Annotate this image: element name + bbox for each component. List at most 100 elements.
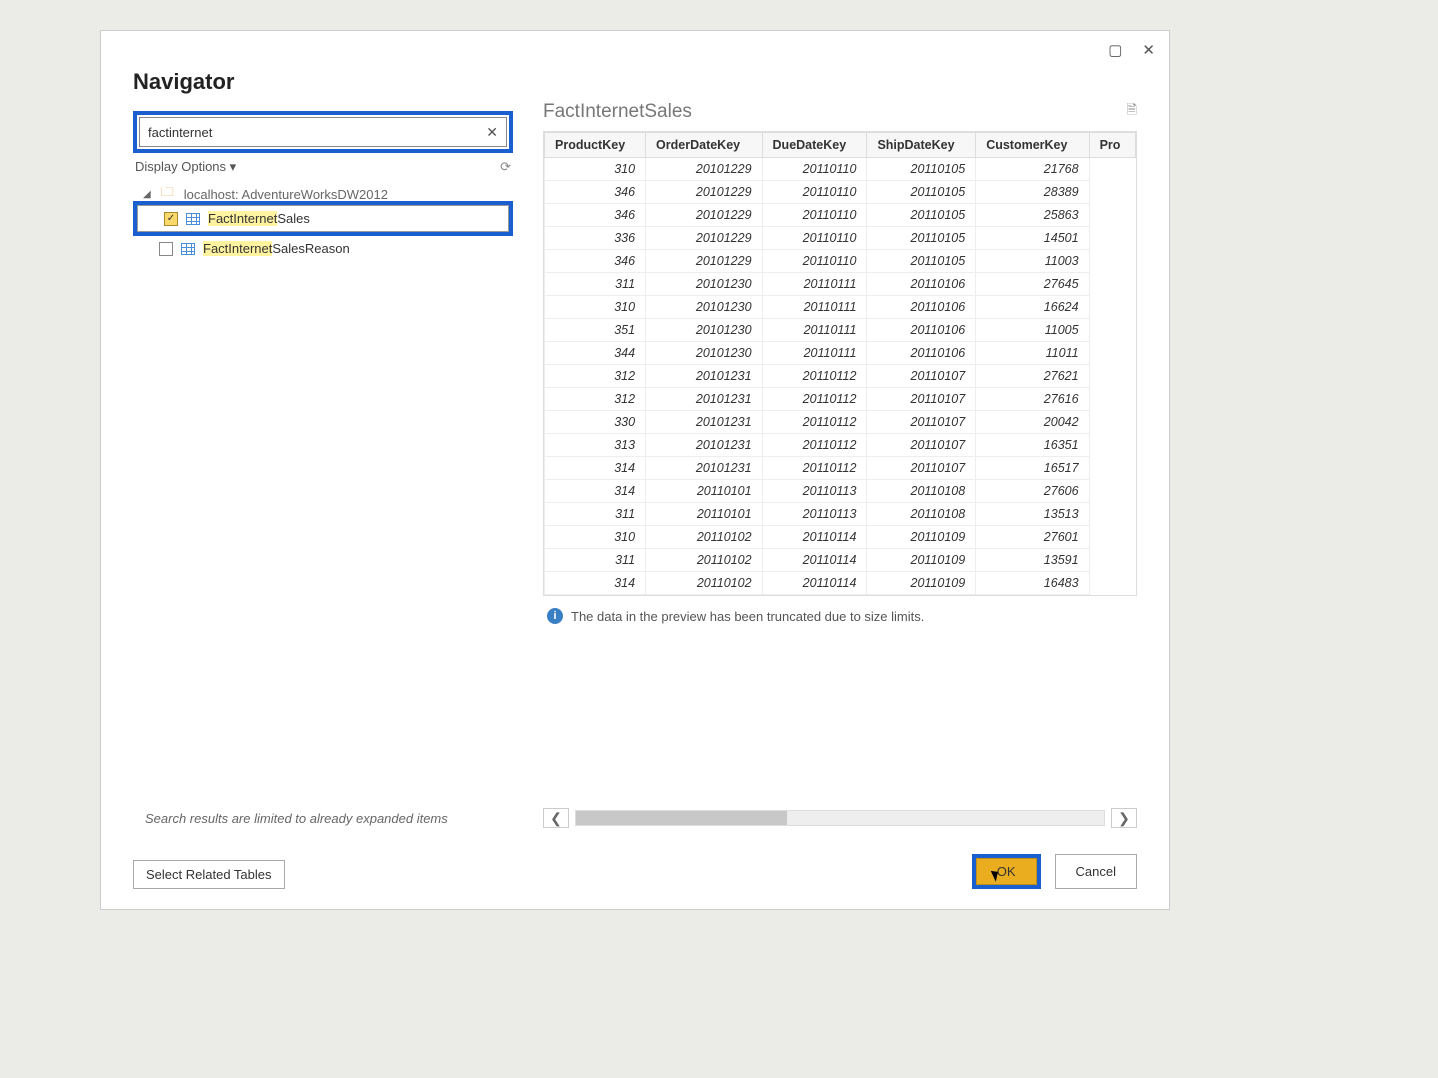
tree-table-factinternetsales[interactable]: ✓ FactInternetSales bbox=[138, 206, 508, 231]
search-highlight: ✕ bbox=[133, 111, 513, 153]
table-row[interactable]: 31020101229201101102011010521768 bbox=[545, 158, 1136, 181]
truncation-message: i The data in the preview has been trunc… bbox=[543, 596, 1137, 636]
table-row[interactable]: 31420101231201101122011010716517 bbox=[545, 457, 1136, 480]
table-cell: 20110109 bbox=[867, 549, 976, 572]
table-cell: 20110112 bbox=[762, 411, 867, 434]
table-cell: 310 bbox=[545, 296, 646, 319]
table-row[interactable]: 33020101231201101122011010720042 bbox=[545, 411, 1136, 434]
column-header[interactable]: ShipDateKey bbox=[867, 133, 976, 158]
database-icon: 🗀 bbox=[161, 187, 174, 201]
cancel-button[interactable]: Cancel bbox=[1055, 854, 1137, 889]
search-box[interactable]: ✕ bbox=[139, 117, 507, 147]
dialog-title: Navigator bbox=[133, 69, 513, 95]
table-row[interactable]: 34420101230201101112011010611011 bbox=[545, 342, 1136, 365]
table-row[interactable]: 34620101229201101102011010525863 bbox=[545, 204, 1136, 227]
table-cell: 20101231 bbox=[646, 434, 762, 457]
table-cell: 11003 bbox=[976, 250, 1089, 273]
search-input[interactable] bbox=[148, 125, 486, 140]
table-cell: 25863 bbox=[976, 204, 1089, 227]
table-cell: 20101229 bbox=[646, 158, 762, 181]
display-options-dropdown[interactable]: Display Options ▾ bbox=[135, 159, 236, 175]
preview-title: FactInternetSales bbox=[543, 101, 692, 123]
collapse-icon[interactable]: ◢ bbox=[143, 189, 151, 200]
table-row[interactable]: 31120101230201101112011010627645 bbox=[545, 273, 1136, 296]
table-cell: 314 bbox=[545, 480, 646, 503]
scroll-track[interactable] bbox=[575, 810, 1105, 826]
table-row[interactable]: 31320101231201101122011010716351 bbox=[545, 434, 1136, 457]
table-cell: 27606 bbox=[976, 480, 1089, 503]
clear-search-icon[interactable]: ✕ bbox=[486, 124, 498, 141]
table-cell: 20110107 bbox=[867, 411, 976, 434]
table-cell: 20110102 bbox=[646, 526, 762, 549]
table-name: FactInternetSalesReason bbox=[203, 241, 350, 256]
search-hint: Search results are limited to already ex… bbox=[133, 801, 513, 846]
table-cell: 336 bbox=[545, 227, 646, 250]
table-cell: 20110109 bbox=[867, 572, 976, 595]
table-cell: 20110114 bbox=[762, 572, 867, 595]
table-name: FactInternetSales bbox=[208, 211, 310, 226]
scroll-left-icon[interactable]: ❮ bbox=[543, 808, 569, 828]
table-cell: 20110107 bbox=[867, 434, 976, 457]
table-cell: 20110106 bbox=[867, 342, 976, 365]
table-cell: 20110108 bbox=[867, 503, 976, 526]
select-related-tables-button[interactable]: Select Related Tables bbox=[133, 860, 285, 889]
table-row[interactable]: 33620101229201101102011010514501 bbox=[545, 227, 1136, 250]
table-cell: 20110111 bbox=[762, 296, 867, 319]
maximize-icon[interactable]: ▢ bbox=[1108, 41, 1122, 59]
column-header[interactable]: ProductKey bbox=[545, 133, 646, 158]
table-cell: 20110110 bbox=[762, 204, 867, 227]
table-cell: 20110105 bbox=[867, 227, 976, 250]
table-row[interactable]: 31120110102201101142011010913591 bbox=[545, 549, 1136, 572]
close-icon[interactable]: ✕ bbox=[1142, 41, 1155, 59]
tree-table-factinternetsalesreason[interactable]: FactInternetSalesReason bbox=[133, 236, 513, 261]
column-header[interactable]: Pro bbox=[1089, 133, 1135, 158]
table-row[interactable]: 34620101229201101102011010528389 bbox=[545, 181, 1136, 204]
table-cell: 20101231 bbox=[646, 411, 762, 434]
column-header[interactable]: CustomerKey bbox=[976, 133, 1089, 158]
table-cell: 20110105 bbox=[867, 158, 976, 181]
column-header[interactable]: DueDateKey bbox=[762, 133, 867, 158]
preview-refresh-icon[interactable]: 🗎 bbox=[1127, 101, 1137, 123]
table-row[interactable]: 31420110101201101132011010827606 bbox=[545, 480, 1136, 503]
table-cell: 311 bbox=[545, 503, 646, 526]
scroll-thumb[interactable] bbox=[576, 811, 787, 825]
table-cell: 20042 bbox=[976, 411, 1089, 434]
table-row[interactable]: 31220101231201101122011010727621 bbox=[545, 365, 1136, 388]
table-cell: 20110107 bbox=[867, 365, 976, 388]
table-row[interactable]: 34620101229201101102011010511003 bbox=[545, 250, 1136, 273]
table-row[interactable]: 31220101231201101122011010727616 bbox=[545, 388, 1136, 411]
table-cell: 20101229 bbox=[646, 250, 762, 273]
horizontal-scrollbar[interactable]: ❮ ❯ bbox=[543, 808, 1137, 828]
table-cell: 20110114 bbox=[762, 549, 867, 572]
table-cell: 20110111 bbox=[762, 319, 867, 342]
table-checkbox[interactable] bbox=[159, 242, 173, 256]
table-row[interactable]: 31120110101201101132011010813513 bbox=[545, 503, 1136, 526]
table-row[interactable]: 31420110102201101142011010916483 bbox=[545, 572, 1136, 595]
column-header[interactable]: OrderDateKey bbox=[646, 133, 762, 158]
selected-table-highlight: ✓ FactInternetSales bbox=[133, 201, 513, 236]
table-cell: 20110111 bbox=[762, 342, 867, 365]
table-cell: 20101231 bbox=[646, 457, 762, 480]
table-cell: 313 bbox=[545, 434, 646, 457]
table-cell: 314 bbox=[545, 572, 646, 595]
table-cell: 16483 bbox=[976, 572, 1089, 595]
navigator-dialog: ▢ ✕ Navigator ✕ Display Options ▾ ⟳ ◢ 🗀 bbox=[100, 30, 1170, 910]
table-cell: 20101230 bbox=[646, 342, 762, 365]
refresh-icon[interactable]: ⟳ bbox=[500, 159, 511, 175]
table-checkbox[interactable]: ✓ bbox=[164, 212, 178, 226]
table-cell: 11011 bbox=[976, 342, 1089, 365]
table-cell: 20110113 bbox=[762, 503, 867, 526]
table-row[interactable]: 31020110102201101142011010927601 bbox=[545, 526, 1136, 549]
table-cell: 20110110 bbox=[762, 158, 867, 181]
database-label: localhost: AdventureWorksDW2012 bbox=[184, 187, 388, 201]
table-cell: 20110109 bbox=[867, 526, 976, 549]
table-row[interactable]: 31020101230201101112011010616624 bbox=[545, 296, 1136, 319]
ok-button[interactable]: OK bbox=[976, 858, 1037, 885]
table-cell: 20110112 bbox=[762, 365, 867, 388]
scroll-right-icon[interactable]: ❯ bbox=[1111, 808, 1137, 828]
table-cell: 20110114 bbox=[762, 526, 867, 549]
table-cell: 11005 bbox=[976, 319, 1089, 342]
database-node[interactable]: ◢ 🗀 localhost: AdventureWorksDW2012 bbox=[133, 187, 513, 201]
table-row[interactable]: 35120101230201101112011010611005 bbox=[545, 319, 1136, 342]
table-cell: 20101231 bbox=[646, 388, 762, 411]
